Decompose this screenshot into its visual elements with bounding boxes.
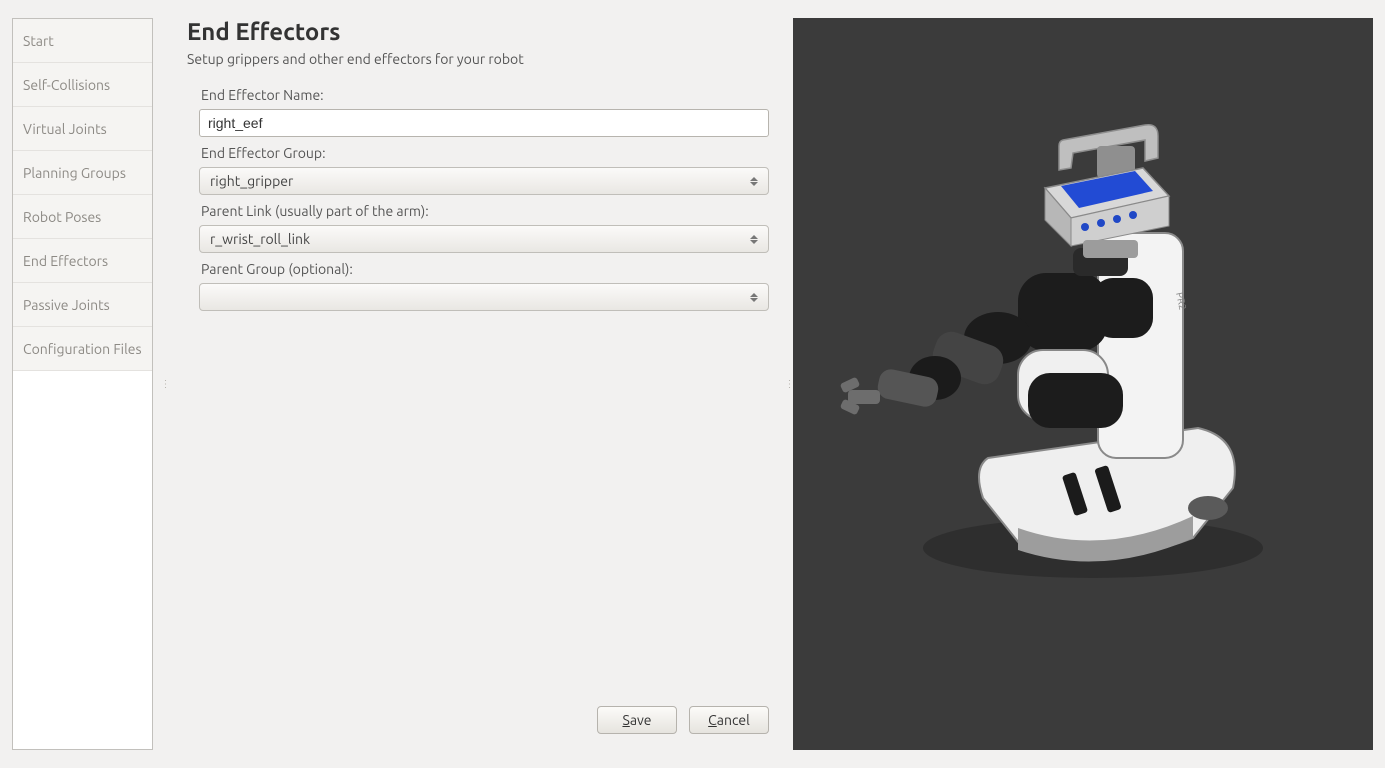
robot-3d-viewer[interactable]: PR2 bbox=[793, 18, 1373, 750]
sidebar-item-start[interactable]: Start bbox=[13, 19, 152, 63]
sidebar-item-label: Virtual Joints bbox=[23, 121, 107, 137]
sidebar-item-label: Start bbox=[23, 33, 54, 49]
group-label: End Effector Group: bbox=[201, 145, 769, 161]
page-subtitle: Setup grippers and other end effectors f… bbox=[187, 51, 769, 67]
sidebar-item-planning-groups[interactable]: Planning Groups bbox=[13, 151, 152, 195]
splitter-handle-left[interactable]: ⋮ bbox=[161, 0, 169, 768]
sidebar-item-self-collisions[interactable]: Self-Collisions bbox=[13, 63, 152, 107]
robot-illustration: PR2 bbox=[793, 18, 1373, 750]
end-effector-name-input[interactable] bbox=[199, 109, 769, 137]
page-title: End Effectors bbox=[187, 18, 769, 45]
combo-value: r_wrist_roll_link bbox=[210, 231, 310, 247]
parent-group-select[interactable] bbox=[199, 283, 769, 311]
end-effector-form: End Effector Name: End Effector Group: r… bbox=[187, 79, 769, 311]
sidebar-item-label: End Effectors bbox=[23, 253, 108, 269]
sidebar-item-label: Robot Poses bbox=[23, 209, 101, 225]
sidebar-item-virtual-joints[interactable]: Virtual Joints bbox=[13, 107, 152, 151]
button-row: Save Cancel bbox=[597, 706, 769, 734]
sidebar-item-passive-joints[interactable]: Passive Joints bbox=[13, 283, 152, 327]
name-label: End Effector Name: bbox=[201, 87, 769, 103]
center-panel: End Effectors Setup grippers and other e… bbox=[169, 0, 785, 768]
sidebar-item-label: Self-Collisions bbox=[23, 77, 110, 93]
end-effector-group-select[interactable]: right_gripper bbox=[199, 167, 769, 195]
sidebar-empty-area bbox=[13, 371, 152, 749]
sidebar-item-label: Passive Joints bbox=[23, 297, 110, 313]
cancel-button[interactable]: Cancel bbox=[689, 706, 769, 734]
sidebar-item-robot-poses[interactable]: Robot Poses bbox=[13, 195, 152, 239]
sidebar-item-configuration-files[interactable]: Configuration Files bbox=[13, 327, 152, 371]
splitter-handle-right[interactable]: ⋮ bbox=[785, 0, 793, 768]
spin-icon bbox=[748, 235, 760, 244]
parent-link-select[interactable]: r_wrist_roll_link bbox=[199, 225, 769, 253]
sidebar-item-label: Planning Groups bbox=[23, 165, 126, 181]
combo-value: right_gripper bbox=[210, 173, 293, 189]
spin-icon bbox=[748, 293, 760, 302]
spin-icon bbox=[748, 177, 760, 186]
sidebar-item-label: Configuration Files bbox=[23, 341, 142, 357]
viewer-panel-wrap: PR2 bbox=[793, 0, 1385, 768]
sidebar: Start Self-Collisions Virtual Joints Pla… bbox=[12, 18, 153, 750]
parent-link-label: Parent Link (usually part of the arm): bbox=[201, 203, 769, 219]
sidebar-item-end-effectors[interactable]: End Effectors bbox=[13, 239, 152, 283]
parent-group-label: Parent Group (optional): bbox=[201, 261, 769, 277]
save-button[interactable]: Save bbox=[597, 706, 677, 734]
